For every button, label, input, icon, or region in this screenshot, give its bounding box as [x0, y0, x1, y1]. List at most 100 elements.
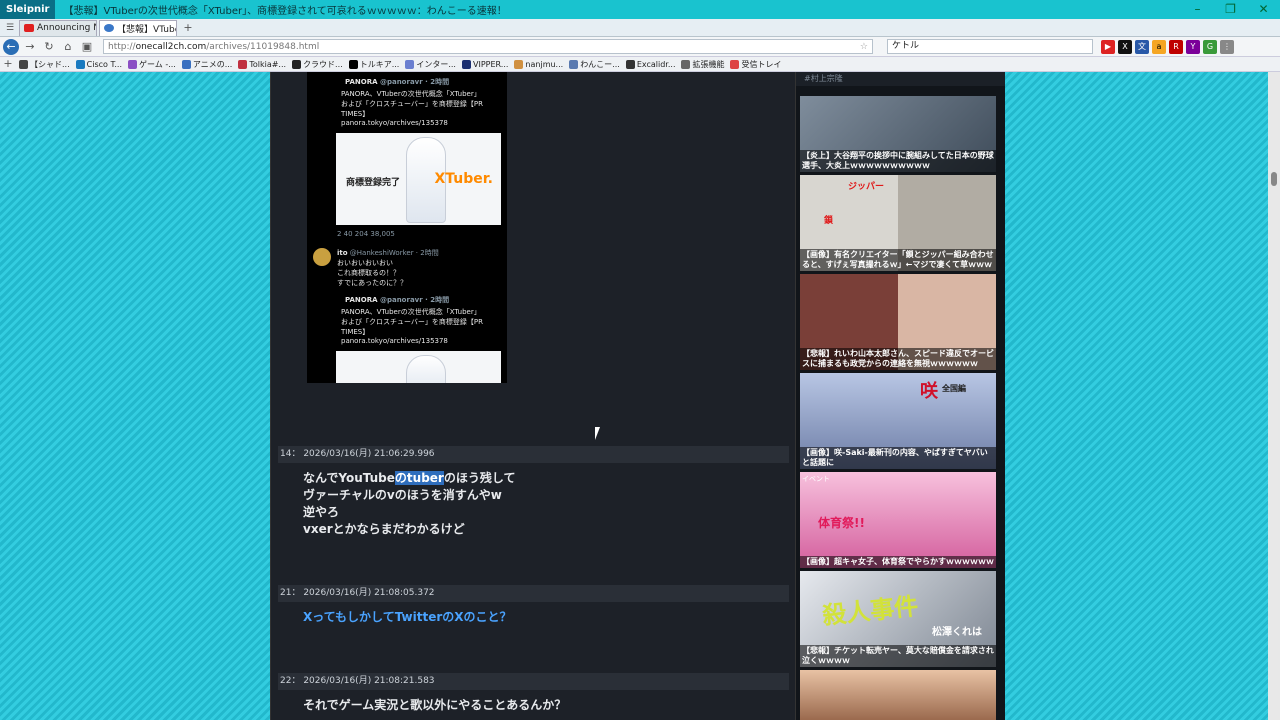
tab-announcing[interactable]: Announcing N... ×	[19, 19, 97, 36]
bookmark-item[interactable]: トルキア...	[348, 59, 399, 70]
xtuber-card-image[interactable]: 商標登録完了 XTuber.	[336, 133, 501, 225]
back-icon[interactable]: ←	[3, 38, 19, 55]
author-name: PANORA	[345, 78, 378, 86]
bookmark-item[interactable]: Cisco T...	[75, 59, 122, 69]
close-icon[interactable]: ✕	[1247, 0, 1280, 19]
bookmark-icon	[569, 59, 579, 69]
article-thumbnail	[800, 670, 996, 720]
minimize-icon[interactable]: –	[1181, 0, 1214, 19]
overlay-text: 松澤くれは	[932, 627, 982, 638]
url-host: onecall2ch.com	[135, 41, 207, 52]
bookmark-item[interactable]: わんこー...	[569, 59, 620, 70]
tab-menu-icon[interactable]: ☰	[3, 20, 17, 36]
save-icon[interactable]: ▣	[79, 39, 95, 55]
post-line: vxerとかならまだわかるけど	[303, 522, 465, 536]
post-line: なんでYouTubeのtuberのほう残して	[303, 470, 516, 487]
bookmark-item[interactable]: インター...	[405, 59, 456, 70]
reload-icon[interactable]: ↻	[41, 39, 57, 55]
restore-icon[interactable]: ❐	[1214, 0, 1247, 19]
add-bookmark-icon[interactable]: +	[3, 57, 13, 71]
article-caption: 【悲報】チケット転売ヤー、莫大な賠償金を請求され泣くｗｗｗｗ	[800, 645, 996, 667]
youtube-addon-icon[interactable]: ▶	[1101, 39, 1115, 54]
related-article[interactable]: 【炎上】大谷翔平の挨拶中に腕組みしてた日本の野球選手、大炎上ｗｗｗｗｗｗｗｗｗｗ	[800, 96, 996, 172]
vertical-scrollbar[interactable]	[1268, 72, 1280, 720]
bookmark-label: ゲーム -...	[139, 59, 176, 69]
bookmark-item[interactable]: ゲーム -...	[128, 59, 176, 70]
related-article[interactable]: ジッパー 鎖 【画像】有名クリエイター「鎖とジッパー組み合わせると、すげぇ写真撮…	[800, 175, 996, 271]
bookmark-item[interactable]: Excalidr...	[625, 59, 675, 69]
bookmarks-bar: + 【シャド... Cisco T... ゲーム -... アニメの... To…	[0, 57, 1280, 72]
translate-addon-icon[interactable]: 文	[1135, 39, 1149, 54]
bookmark-label: Tolkia#...	[249, 59, 287, 69]
related-articles-sidebar: #村上宗隆 【炎上】大谷翔平の挨拶中に腕組みしてた日本の野球選手、大炎上ｗｗｗｗ…	[795, 72, 1005, 720]
bookmark-label: わんこー...	[580, 59, 620, 69]
overlay-text: 鎖	[824, 216, 834, 226]
tab-bar: ☰ Announcing N... × 【悲報】VTuberの... × +	[0, 19, 1280, 37]
new-tab-icon[interactable]: +	[180, 20, 196, 36]
left-background	[0, 72, 270, 720]
related-article[interactable]: 【悲報】れいわ山本太郎さん、スピード違反でオービスに捕まるも政党からの連絡を無視…	[800, 274, 996, 370]
bookmark-label: 【シャド...	[30, 59, 70, 69]
sidebar-tag[interactable]: #村上宗隆	[796, 72, 1005, 86]
quote1-line: PANORA、VTuberの次世代概念「XTuber」	[341, 90, 481, 98]
bookmark-item[interactable]: アニメの...	[181, 59, 233, 70]
author-handle: @panoravr · 2時間	[379, 296, 450, 304]
bookmark-item[interactable]: 拡張機能	[681, 59, 724, 70]
bookmark-item[interactable]: nanjmu...	[514, 59, 563, 69]
post-body: それでゲーム実況と歌以外にやることあるんか？	[303, 698, 567, 712]
quote2-line: および「クロスチューバー」を商標登録【PR	[341, 318, 484, 326]
bookmark-item[interactable]: Tolkia#...	[238, 59, 287, 69]
forward-icon[interactable]: →	[22, 39, 38, 55]
embedded-tweet-image[interactable]: PANORA @panoravr · 2時間 PANORA、VTuberの次世代…	[307, 72, 507, 383]
bookmark-star-icon[interactable]: ☆	[860, 42, 868, 52]
quote1-link[interactable]: panora.tokyo/archives/135378	[341, 119, 448, 127]
bookmark-icon	[128, 59, 138, 69]
google-addon-icon[interactable]: G	[1203, 39, 1217, 54]
author-handle: @HankeshiWorker · 2時間	[349, 249, 439, 257]
reply-line: これ商標取るの！？	[337, 269, 400, 277]
home-icon[interactable]: ⌂	[60, 39, 76, 55]
scrollbar-thumb[interactable]	[1271, 172, 1277, 186]
right-background	[1005, 72, 1268, 720]
quote2-link[interactable]: panora.tokyo/archives/135378	[341, 337, 448, 345]
author-name: ito	[337, 249, 348, 257]
reply-author: ito @HankeshiWorker · 2時間	[337, 248, 439, 258]
search-input[interactable]: ケトル	[887, 39, 1093, 54]
related-article[interactable]	[800, 670, 996, 720]
quote1-line: TIMES】	[341, 110, 370, 118]
tab-current[interactable]: 【悲報】VTuberの... ×	[99, 19, 177, 36]
rakuten-addon-icon[interactable]: R	[1169, 39, 1183, 54]
address-bar[interactable]: http://onecall2ch.com/archives/11019848.…	[103, 39, 873, 54]
youtube-icon	[24, 24, 34, 32]
vtuber-character-image	[406, 355, 446, 383]
bookmark-icon	[348, 59, 358, 69]
app-name-badge[interactable]: Sleipnir	[0, 0, 56, 19]
avatar[interactable]	[313, 248, 331, 266]
bookmark-icon	[181, 59, 191, 69]
mouse-cursor-icon	[595, 427, 600, 440]
reply-line: おいおいおいおい	[337, 259, 393, 267]
bookmark-item[interactable]: 受信トレイ	[730, 59, 781, 70]
bookmark-item[interactable]: クラウド...	[292, 59, 343, 70]
menu-icon[interactable]: ⋮	[1220, 39, 1234, 54]
bookmark-label: VIPPER...	[472, 59, 509, 69]
bookmark-item[interactable]: VIPPER...	[461, 59, 509, 69]
amazon-addon-icon[interactable]: a	[1152, 39, 1166, 54]
overlay-text: 咲	[920, 381, 938, 402]
post-body: なんでYouTubeのtuberのほう残して ヴァーチャルのvのほうを消すんやw…	[303, 470, 516, 538]
post-text: のほう残して	[443, 471, 516, 485]
post-body: XってもしかしてTwitterのXのこと？	[303, 610, 512, 624]
x-addon-icon[interactable]: X	[1118, 39, 1132, 54]
bookmark-label: アニメの...	[192, 59, 233, 69]
article-caption: 【画像】有名クリエイター「鎖とジッパー組み合わせると、すげぇ写真撮れるｗ」←マジ…	[800, 249, 996, 271]
bookmark-item[interactable]: 【シャド...	[19, 59, 70, 70]
related-article[interactable]: 咲 全国編 【画像】咲-Saki-最新刊の内容、やばすぎてヤバいと話題に	[800, 373, 996, 469]
site-favicon-icon	[104, 24, 114, 32]
xtuber-card-image-2[interactable]	[336, 351, 501, 383]
related-article[interactable]: イベント 体育祭!! 【画像】超キャ女子、体育祭でやらかすｗｗｗｗｗｗ	[800, 472, 996, 568]
quote1-author: PANORA @panoravr · 2時間	[345, 77, 449, 87]
navigation-bar: ← → ↻ ⌂ ▣ http://onecall2ch.com/archives…	[0, 37, 1280, 57]
related-article[interactable]: 殺人事件 松澤くれは 【悲報】チケット転売ヤー、莫大な賠償金を請求され泣くｗｗｗ…	[800, 571, 996, 667]
yahoo-addon-icon[interactable]: Y	[1186, 39, 1200, 54]
url-prefix: http://	[108, 41, 136, 52]
